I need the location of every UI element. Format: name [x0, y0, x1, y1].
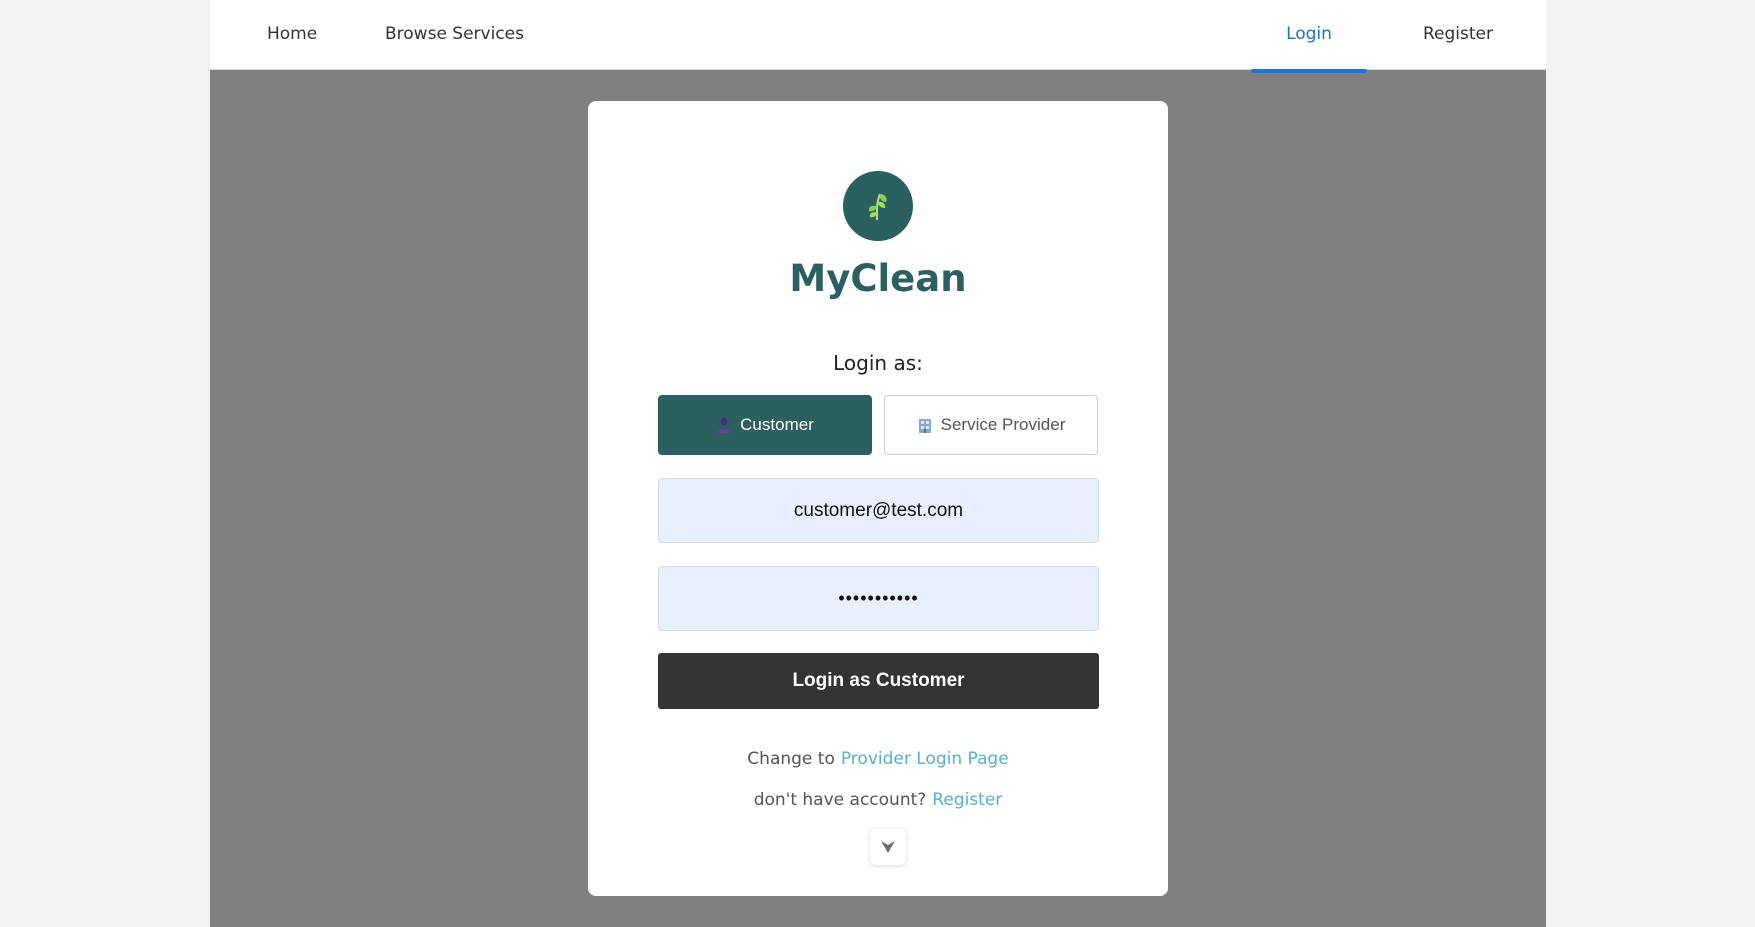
scroll-down-button[interactable]	[870, 829, 906, 865]
login-as-heading: Login as:	[833, 351, 923, 375]
page-frame: Home Browse Services Login Register MyCl…	[210, 0, 1546, 927]
provider-login-link[interactable]: Provider Login Page	[841, 749, 1009, 769]
customer-icon	[716, 417, 732, 433]
register-prefix: don't have account?	[753, 790, 927, 810]
top-navbar: Home Browse Services Login Register	[210, 0, 1546, 73]
change-login-prefix: Change to	[747, 749, 835, 769]
register-row: don't have account? Register	[588, 790, 1168, 810]
leaf-icon	[868, 193, 887, 221]
chevron-down-icon	[881, 841, 895, 853]
login-card: MyClean Login as: Customer Service Provi…	[588, 101, 1168, 896]
nav-home-link[interactable]: Home	[267, 0, 317, 70]
nav-login-link[interactable]: Login	[1251, 0, 1367, 73]
password-field[interactable]	[658, 566, 1099, 631]
service-provider-role-label: Service Provider	[940, 415, 1066, 434]
brand-name: MyClean	[789, 257, 967, 300]
nav-register-link[interactable]: Register	[1423, 0, 1493, 70]
building-icon	[917, 417, 933, 433]
customer-role-button[interactable]: Customer	[658, 395, 872, 455]
email-field[interactable]	[658, 478, 1099, 543]
customer-role-label: Customer	[740, 415, 814, 434]
change-login-row: Change to Provider Login Page	[588, 749, 1168, 769]
brand-logo	[843, 171, 913, 241]
login-submit-button[interactable]: Login as Customer	[658, 653, 1099, 709]
register-link[interactable]: Register	[932, 790, 1002, 810]
nav-browse-services-link[interactable]: Browse Services	[385, 0, 524, 70]
service-provider-role-button[interactable]: Service Provider	[884, 395, 1098, 455]
